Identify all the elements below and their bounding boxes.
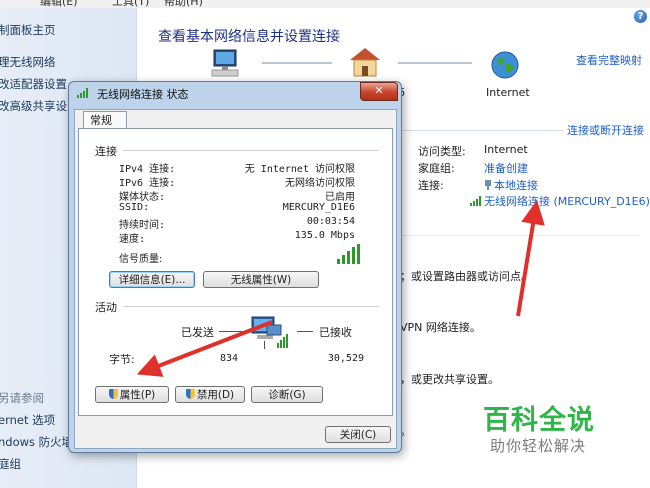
group-divider: [123, 150, 379, 151]
properties-button-label: 属性(P): [119, 389, 156, 401]
speed-value: 135.0 Mbps: [294, 230, 355, 241]
sidebar-item-advanced-sharing[interactable]: 改高级共享设置: [0, 98, 79, 114]
router-setup-text: ；或设置路由器或访问点。: [400, 270, 532, 283]
group-connection-label: 连接: [95, 145, 117, 158]
sidebar-item-manage-wireless[interactable]: 理无线网络: [0, 54, 56, 70]
diagnose-button[interactable]: 诊断(G): [251, 386, 323, 403]
sidebar-item-control-panel-home[interactable]: 制面板主页: [0, 22, 56, 38]
map-connector: [262, 62, 332, 64]
ipv4-value: 无 Internet 访问权限: [244, 164, 355, 175]
ethernet-icon: [485, 180, 491, 190]
group-activity-label: 活动: [95, 301, 117, 314]
full-map-link[interactable]: 查看完整映射: [576, 52, 642, 68]
uac-shield-icon: [108, 389, 118, 399]
bytes-label: 字节:: [109, 353, 135, 366]
details-button[interactable]: 详细信息(E)...: [109, 271, 195, 288]
section-divider-2: [400, 235, 640, 236]
general-panel: 连接 IPv4 连接: 无 Internet 访问权限 IPv6 连接: 无网络…: [78, 128, 393, 416]
network-activity-icon: [251, 316, 288, 349]
help-icon[interactable]: ?: [634, 10, 647, 23]
menu-tools[interactable]: 工具(T): [112, 0, 149, 8]
homegroup-link[interactable]: 准备创建: [484, 160, 528, 176]
wireless-status-dialog: 无线网络连接 状态 ✕ 常规 连接 IPv4 连接: 无 Internet 访问…: [68, 81, 402, 453]
menu-help[interactable]: 帮助(H): [164, 0, 203, 8]
sidebar-item-firewall[interactable]: ndows 防火墙: [0, 434, 73, 450]
sidebar-item-adapter-settings[interactable]: 改适配器设置: [0, 76, 67, 92]
arrow-to-wifi-link: [516, 200, 545, 317]
access-type-label: 访问类型:: [418, 145, 466, 158]
house-icon: [350, 48, 380, 77]
ssid-label: SSID:: [119, 202, 150, 213]
access-type-value: Internet: [484, 143, 528, 156]
sidebar-item-homegroup[interactable]: 庭组: [0, 456, 21, 472]
wifi-signal-icon: [470, 196, 481, 206]
wifi-signal-icon: [77, 88, 88, 98]
duration-value: 00:03:54: [306, 216, 355, 227]
close-button[interactable]: 关闭(C): [325, 426, 391, 443]
ipv6-label: IPv6 连接:: [119, 178, 176, 189]
vpn-text: VPN 网络连接。: [400, 321, 481, 334]
signal-quality-label: 信号质量:: [119, 254, 163, 265]
bytes-received-value: 30,529: [327, 353, 364, 364]
bytes-sent-value: 834: [219, 353, 238, 364]
ipv4-label: IPv4 连接:: [119, 164, 176, 175]
disable-button[interactable]: 禁用(D): [175, 386, 245, 403]
wifi-connection-label: 无线网络连接 (MERCURY_D1E6): [484, 195, 650, 208]
menu-edit[interactable]: 编辑(E): [40, 0, 78, 8]
received-line: [297, 331, 313, 332]
connections-label: 连接:: [418, 179, 444, 192]
local-connection-link[interactable]: 本地连接: [484, 177, 538, 193]
properties-button[interactable]: 属性(P): [95, 386, 169, 403]
watermark-subtitle: 助你轻松解决: [490, 437, 587, 455]
signal-strength-icon: [337, 244, 363, 264]
globe-icon: [491, 51, 519, 79]
close-icon[interactable]: ✕: [360, 82, 398, 101]
sharing-text: ，或更改共享设置。: [400, 373, 499, 386]
uac-shield-icon: [185, 389, 195, 399]
wireless-properties-button[interactable]: 无线属性(W): [203, 271, 319, 288]
ipv6-value: 无网络访问权限: [285, 178, 355, 189]
wifi-connection-link[interactable]: 无线网络连接 (MERCURY_D1E6): [470, 193, 650, 209]
received-label: 已接收: [319, 326, 352, 339]
menu-bar: 编辑(E) 工具(T) 帮助(H): [0, 0, 650, 8]
map-connector-2: [398, 62, 472, 64]
sent-label: 已发送: [181, 326, 214, 339]
ssid-value: MERCURY_D1E6: [282, 202, 355, 213]
sent-line: [219, 331, 243, 332]
group-divider-2: [123, 306, 379, 307]
media-state-label: 媒体状态:: [119, 192, 166, 203]
duration-label: 持续时间:: [119, 220, 166, 231]
disable-button-label: 禁用(D): [196, 389, 235, 401]
see-also-title: 另请参阅: [0, 391, 44, 405]
page-title: 查看基本网络信息并设置连接: [158, 29, 340, 45]
computer-icon: [211, 49, 239, 77]
homegroup-label: 家庭组:: [418, 162, 455, 175]
watermark-title: 百科全说: [483, 405, 595, 436]
tab-general[interactable]: 常规: [83, 111, 127, 129]
internet-label: Internet: [486, 86, 530, 99]
speed-label: 速度:: [119, 234, 146, 245]
sidebar-item-internet-options[interactable]: ernet 选项: [0, 412, 55, 428]
media-state-value: 已启用: [325, 192, 355, 203]
local-connection-label: 本地连接: [494, 179, 538, 192]
section-divider: [400, 130, 563, 131]
dialog-title: 无线网络连接 状态: [97, 88, 189, 101]
connect-disconnect-link[interactable]: 连接或断开连接: [567, 122, 644, 138]
